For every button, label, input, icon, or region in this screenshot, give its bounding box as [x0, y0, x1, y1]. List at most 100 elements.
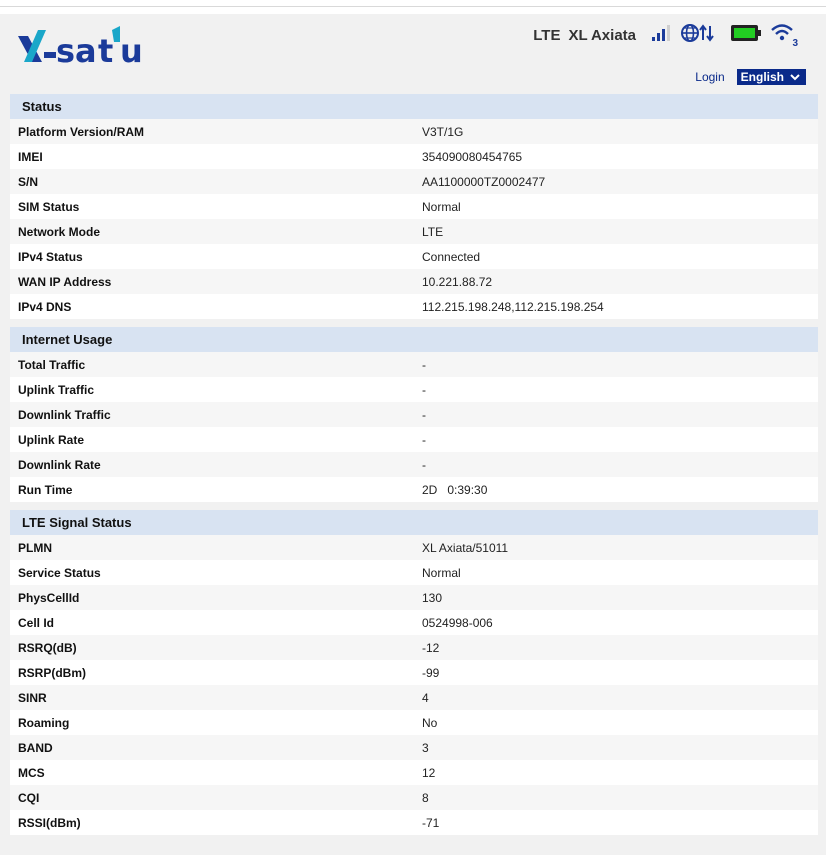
row-value: -: [422, 407, 426, 422]
table-row: Network Mode LTE: [10, 219, 818, 244]
table-row: Service Status Normal: [10, 560, 818, 585]
table-row: IMEI 354090080454765: [10, 144, 818, 169]
signal-bars-icon: [650, 23, 672, 48]
table-row: RSSI(dBm) -71: [10, 810, 818, 835]
table-row: PhysCellId 130: [10, 585, 818, 610]
table-row: Total Traffic -: [10, 352, 818, 377]
row-value: XL Axiata/51011: [422, 540, 509, 555]
svg-text:t: t: [98, 32, 113, 68]
table-row: Downlink Traffic -: [10, 402, 818, 427]
top-nav: Login English: [695, 69, 806, 85]
row-label: Run Time: [18, 482, 73, 497]
table-row: Downlink Rate -: [10, 452, 818, 477]
table-row: RSRP(dBm) -99: [10, 660, 818, 685]
row-value: -12: [422, 640, 440, 655]
table-row: Cell Id 0524998-006: [10, 610, 818, 635]
table-row: IPv4 Status Connected: [10, 244, 818, 269]
wifi-clients-count: 3: [792, 37, 798, 49]
row-label: Total Traffic: [18, 357, 86, 372]
table-row: SIM Status Normal: [10, 194, 818, 219]
table-row: RSRQ(dB) -12: [10, 635, 818, 660]
wifi-icon: 3: [770, 22, 798, 49]
table-row: Run Time 2D 0:39:30: [10, 477, 818, 502]
row-label: Service Status: [18, 565, 101, 580]
row-value: 130: [422, 590, 443, 605]
table-row: MCS 12: [10, 760, 818, 785]
row-label: RSRQ(dB): [18, 640, 77, 655]
row-label: Platform Version/RAM: [18, 124, 145, 139]
row-value: -71: [422, 815, 440, 830]
status-content: Status Platform Version/RAM V3T/1G IMEI 3540…: [10, 94, 818, 843]
table-row: PLMN XL Axiata/51011: [10, 535, 818, 560]
section-title: Internet Usage: [10, 327, 818, 352]
row-label: IPv4 DNS: [18, 299, 72, 314]
row-value: 12: [422, 765, 436, 780]
row-value: 4: [422, 690, 429, 705]
row-value: 0524998-006: [422, 615, 493, 630]
row-label: S/N: [18, 174, 39, 189]
row-label: MCS: [18, 765, 45, 780]
row-label: PhysCellId: [18, 590, 80, 605]
section-title: LTE Signal Status: [10, 510, 818, 535]
row-label: PLMN: [18, 540, 52, 555]
table-row: Platform Version/RAM V3T/1G: [10, 119, 818, 144]
table-row: SINR 4: [10, 685, 818, 710]
row-value: 3: [422, 740, 429, 755]
login-link[interactable]: Login: [695, 70, 724, 84]
svg-text:u: u: [120, 32, 143, 68]
section-title: Status: [10, 94, 818, 119]
section-lte-signal-status: LTE Signal Status PLMN XL Axiata/51011 Serv…: [10, 510, 818, 835]
table-row: IPv4 DNS 112.215.198.248,112.215.198.254: [10, 294, 818, 319]
row-label: BAND: [18, 740, 53, 755]
row-label: Uplink Traffic: [18, 382, 95, 397]
table-row: CQI 8: [10, 785, 818, 810]
section-internet-usage: Internet Usage Total Traffic - Uplink Traff…: [10, 327, 818, 502]
top-divider: [0, 6, 826, 7]
row-value: 8: [422, 790, 429, 805]
row-label: WAN IP Address: [18, 274, 112, 289]
table-row: Roaming No: [10, 710, 818, 735]
table-row: S/N AA1100000TZ0002477: [10, 169, 818, 194]
row-value: 354090080454765: [422, 149, 523, 164]
row-value: -: [422, 432, 426, 447]
row-value: V3T/1G: [422, 124, 464, 139]
language-select[interactable]: English: [736, 69, 806, 85]
row-value: 112.215.198.248,112.215.198.254: [422, 299, 604, 314]
header: sa t u LTE XL Axiata 3 Login English: [0, 14, 826, 94]
table-row: WAN IP Address 10.221.88.72: [10, 269, 818, 294]
row-value: Normal: [422, 565, 461, 580]
xl-satu-logo: sa t u: [16, 22, 156, 70]
row-value: -: [422, 357, 426, 372]
table-row: Uplink Traffic -: [10, 377, 818, 402]
row-value: No: [422, 715, 438, 730]
row-value: -99: [422, 665, 440, 680]
row-label: Downlink Rate: [18, 457, 101, 472]
operator-name: XL Axiata: [568, 26, 636, 44]
row-label: IPv4 Status: [18, 249, 83, 264]
svg-text:sa: sa: [56, 32, 97, 68]
status-bar: LTE XL Axiata 3: [533, 22, 798, 49]
table-row: Uplink Rate -: [10, 427, 818, 452]
row-label: Uplink Rate: [18, 432, 85, 447]
section-status: Status Platform Version/RAM V3T/1G IMEI 3540…: [10, 94, 818, 319]
network-type: LTE: [533, 26, 561, 44]
row-value: 2D 0:39:30: [422, 482, 488, 497]
row-label: Network Mode: [18, 224, 101, 239]
row-value: Normal: [422, 199, 461, 214]
row-value: AA1100000TZ0002477: [422, 174, 546, 189]
row-label: Roaming: [18, 715, 70, 730]
row-value: -: [422, 457, 426, 472]
row-label: Downlink Traffic: [18, 407, 111, 422]
battery-icon: [730, 23, 762, 48]
table-row: BAND 3: [10, 735, 818, 760]
row-value: 10.221.88.72: [422, 274, 493, 289]
language-selected: English: [740, 70, 784, 84]
globe-data-icon: [680, 22, 716, 49]
row-value: -: [422, 382, 426, 397]
row-label: SINR: [18, 690, 47, 705]
row-label: SIM Status: [18, 199, 80, 214]
row-value: Connected: [422, 249, 481, 264]
row-label: RSSI(dBm): [18, 815, 81, 830]
chevron-down-icon: [790, 70, 800, 84]
row-value: LTE: [422, 224, 444, 239]
